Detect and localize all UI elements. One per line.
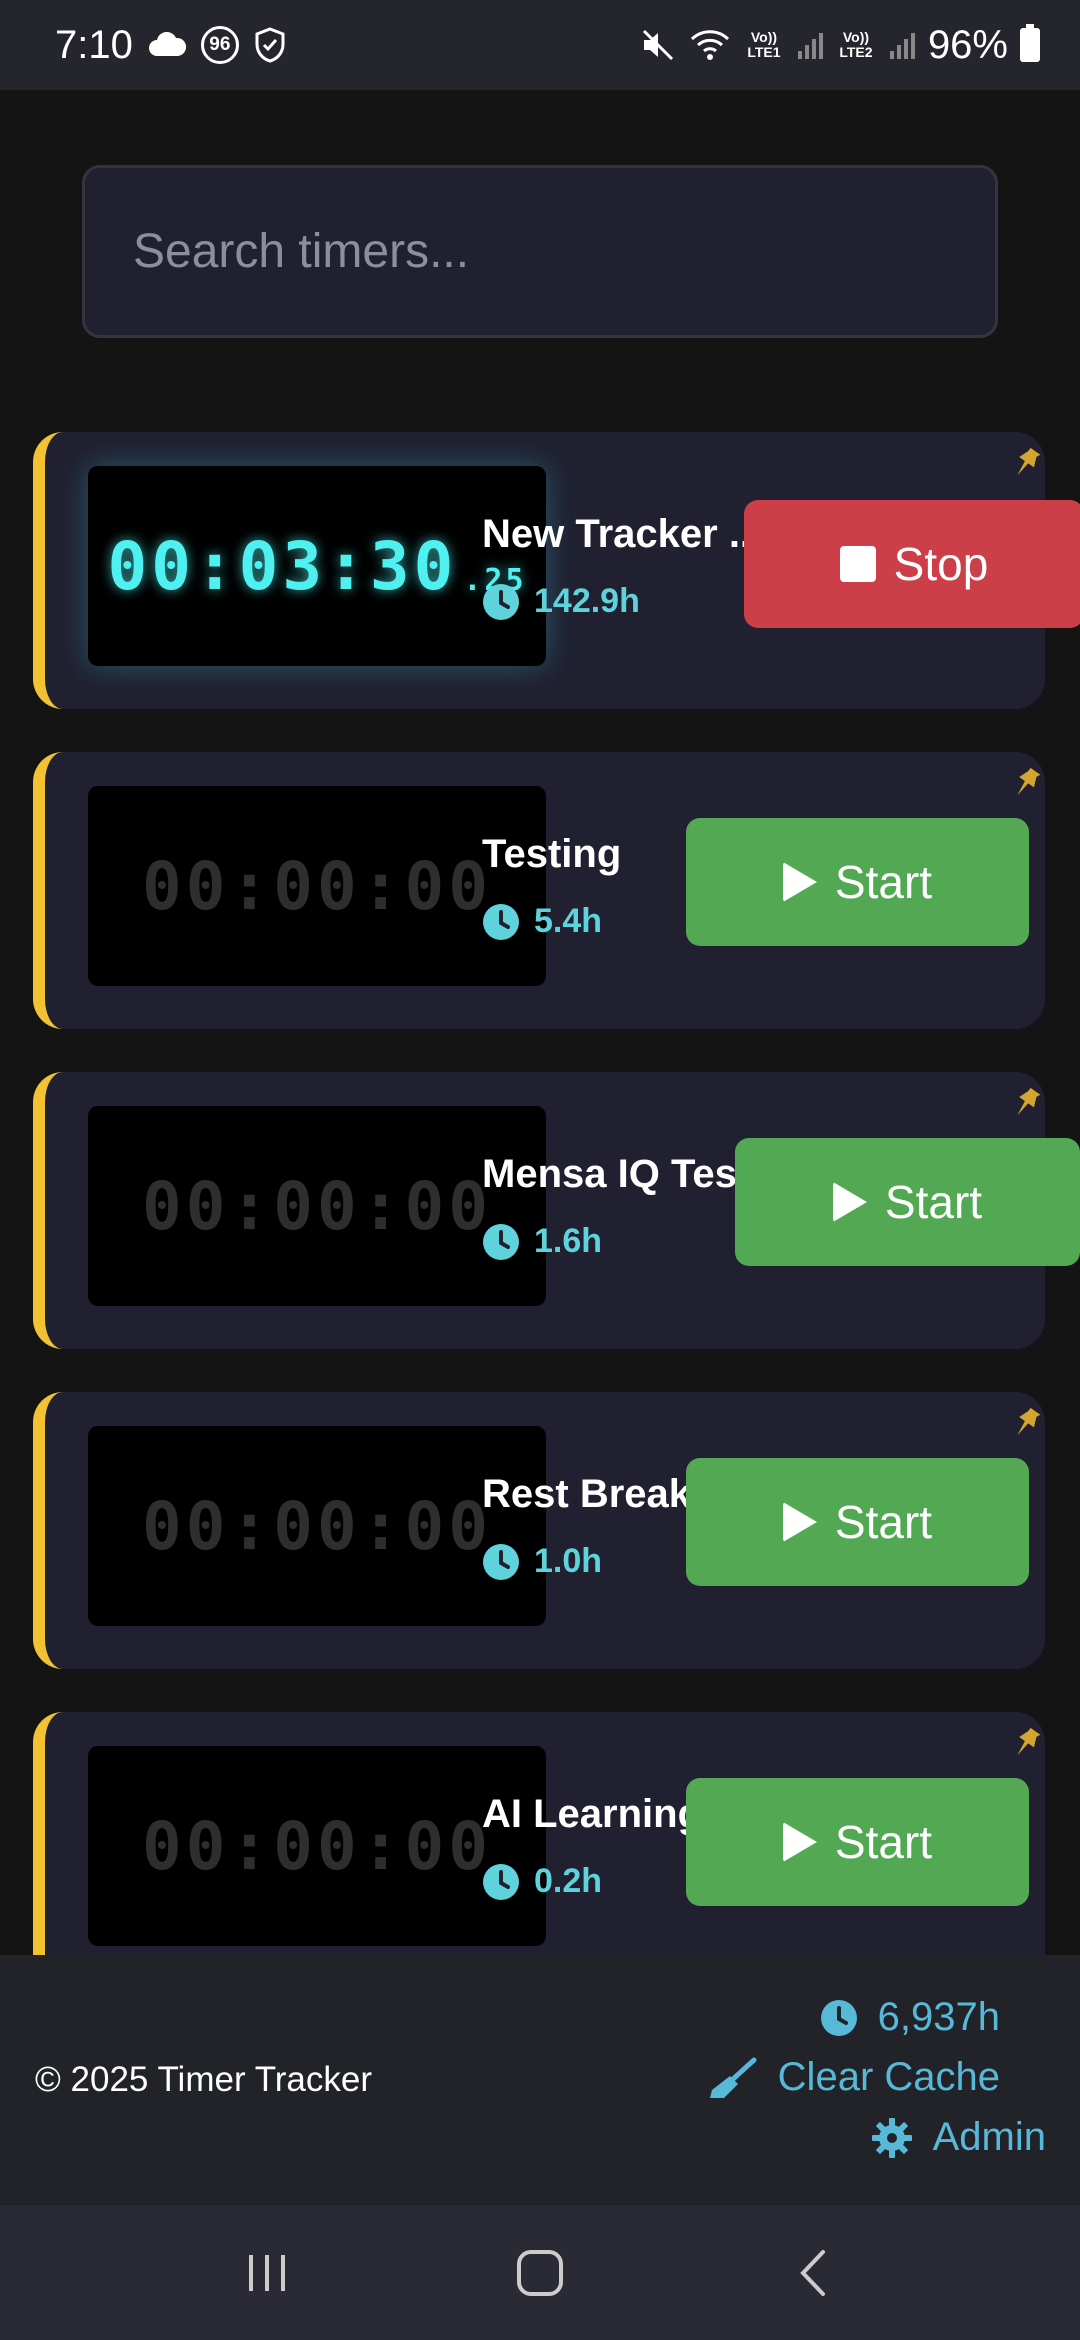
timer-time: 00:00:00: [142, 1487, 492, 1565]
timer-hours: 1.0h: [482, 1542, 602, 1581]
stop-button[interactable]: Stop: [744, 500, 1080, 628]
total-hours: 6,937h: [820, 1995, 1000, 2040]
timer-hours: 1.6h: [482, 1222, 602, 1261]
battery-percent: 96%: [927, 22, 1008, 67]
shield-icon: [253, 26, 287, 64]
timer-name: Mensa IQ Test: [482, 1152, 751, 1196]
pin-icon[interactable]: [1009, 1406, 1043, 1440]
footer: © 2025 Timer Tracker 6,937h Clear Cache …: [0, 1955, 1080, 2205]
play-icon: [782, 1502, 817, 1542]
total-hours-value: 6,937h: [877, 1995, 1000, 2039]
battery-icon: [1020, 24, 1040, 62]
pin-icon[interactable]: [1009, 1726, 1043, 1760]
timer-display: 00:00:00: [88, 786, 546, 986]
recent-apps-icon: [248, 2254, 285, 2291]
timer-name: AI Learning: [482, 1792, 703, 1836]
start-button[interactable]: Start: [735, 1138, 1080, 1266]
timer-name: New Tracker ...: [482, 512, 763, 556]
home-icon: [516, 2249, 563, 2296]
mute-icon: [640, 27, 676, 63]
search-box[interactable]: [82, 165, 998, 338]
pin-icon[interactable]: [1009, 446, 1043, 480]
timer-list[interactable]: 00:03:30 .25 New Tracker ... 142.9h Stop…: [0, 430, 1080, 1955]
lte2-label: Vo)) LTE2: [839, 29, 873, 60]
admin-link[interactable]: Admin: [871, 2115, 1046, 2160]
timer-hours-value: 5.4h: [534, 902, 603, 940]
timer-name: Rest Break: [482, 1472, 692, 1516]
stop-icon: [839, 546, 876, 582]
admin-label: Admin: [932, 2115, 1046, 2159]
timer-display: 00:03:30 .25: [88, 466, 546, 666]
play-icon: [832, 1182, 867, 1222]
timer-time: 00:03:30: [107, 527, 458, 605]
timer-time: 00:00:00: [142, 1167, 492, 1245]
lte1-label: Vo)) LTE1: [747, 29, 781, 60]
timer-card[interactable]: 00:00:00 Rest Break 1.0h Start: [33, 1392, 1045, 1669]
gear-icon: [871, 2117, 912, 2158]
timer-display: 00:00:00: [88, 1746, 546, 1946]
timer-name: Testing: [482, 832, 622, 876]
back-icon: [800, 2249, 826, 2296]
broom-icon: [709, 2057, 757, 2098]
clock-icon: [483, 583, 519, 620]
start-button-label: Start: [834, 856, 933, 908]
timer-hours-value: 142.9h: [534, 582, 640, 620]
start-button[interactable]: Start: [686, 1458, 1029, 1586]
timer-time: 00:00:00: [142, 1807, 492, 1885]
start-button-label: Start: [834, 1816, 933, 1868]
pin-icon[interactable]: [1009, 766, 1043, 800]
clock-icon: [483, 1863, 519, 1900]
timer-display: 00:00:00: [88, 1106, 546, 1306]
notification-badge: 96: [200, 26, 239, 64]
start-button-label: Start: [834, 1496, 933, 1548]
start-button[interactable]: Start: [686, 1778, 1029, 1906]
timer-hours-value: 1.6h: [534, 1222, 603, 1260]
back-button[interactable]: [773, 2233, 853, 2313]
timer-hours: 5.4h: [482, 902, 602, 941]
clear-cache-label: Clear Cache: [777, 2055, 1000, 2099]
stop-button-label: Stop: [893, 538, 989, 590]
timer-card[interactable]: 00:03:30 .25 New Tracker ... 142.9h Stop: [33, 432, 1080, 709]
clock-icon: [483, 1543, 519, 1580]
timer-hours: 0.2h: [482, 1862, 602, 1901]
search-input[interactable]: [133, 224, 995, 279]
timer-card[interactable]: 00:00:00 AI Learning 0.2h Start: [33, 1712, 1045, 1955]
signal-icon-2: [888, 29, 916, 61]
status-time: 7:10: [55, 22, 133, 67]
status-bar: 7:10 96 Vo)) LTE1 Vo)) LTE2 96%: [0, 0, 1080, 90]
timer-hours-value: 1.0h: [534, 1542, 603, 1580]
play-icon: [782, 1822, 817, 1862]
timer-hours: 142.9h: [482, 582, 640, 621]
play-icon: [782, 862, 817, 902]
timer-display: 00:00:00: [88, 1426, 546, 1626]
timer-hours-value: 0.2h: [534, 1862, 603, 1900]
start-button-label: Start: [884, 1176, 983, 1228]
timer-card[interactable]: 00:00:00 Mensa IQ Test 1.6h Start: [33, 1072, 1080, 1349]
pin-icon[interactable]: [1009, 1086, 1043, 1120]
clock-icon: [483, 1223, 519, 1260]
copyright-text: © 2025 Timer Tracker: [35, 2060, 373, 2099]
timer-time: 00:00:00: [142, 847, 492, 925]
clear-cache-link[interactable]: Clear Cache: [706, 2055, 1000, 2100]
wifi-icon: [688, 27, 732, 63]
recent-apps-button[interactable]: [227, 2233, 307, 2313]
start-button[interactable]: Start: [686, 818, 1029, 946]
signal-icon-1: [796, 29, 824, 61]
clock-icon: [820, 1999, 857, 2036]
cloud-icon: [147, 32, 187, 58]
home-button[interactable]: [500, 2233, 580, 2313]
timer-card[interactable]: 00:00:00 Testing 5.4h Start: [33, 752, 1045, 1029]
navigation-bar: [0, 2205, 1080, 2340]
clock-icon: [483, 903, 519, 940]
